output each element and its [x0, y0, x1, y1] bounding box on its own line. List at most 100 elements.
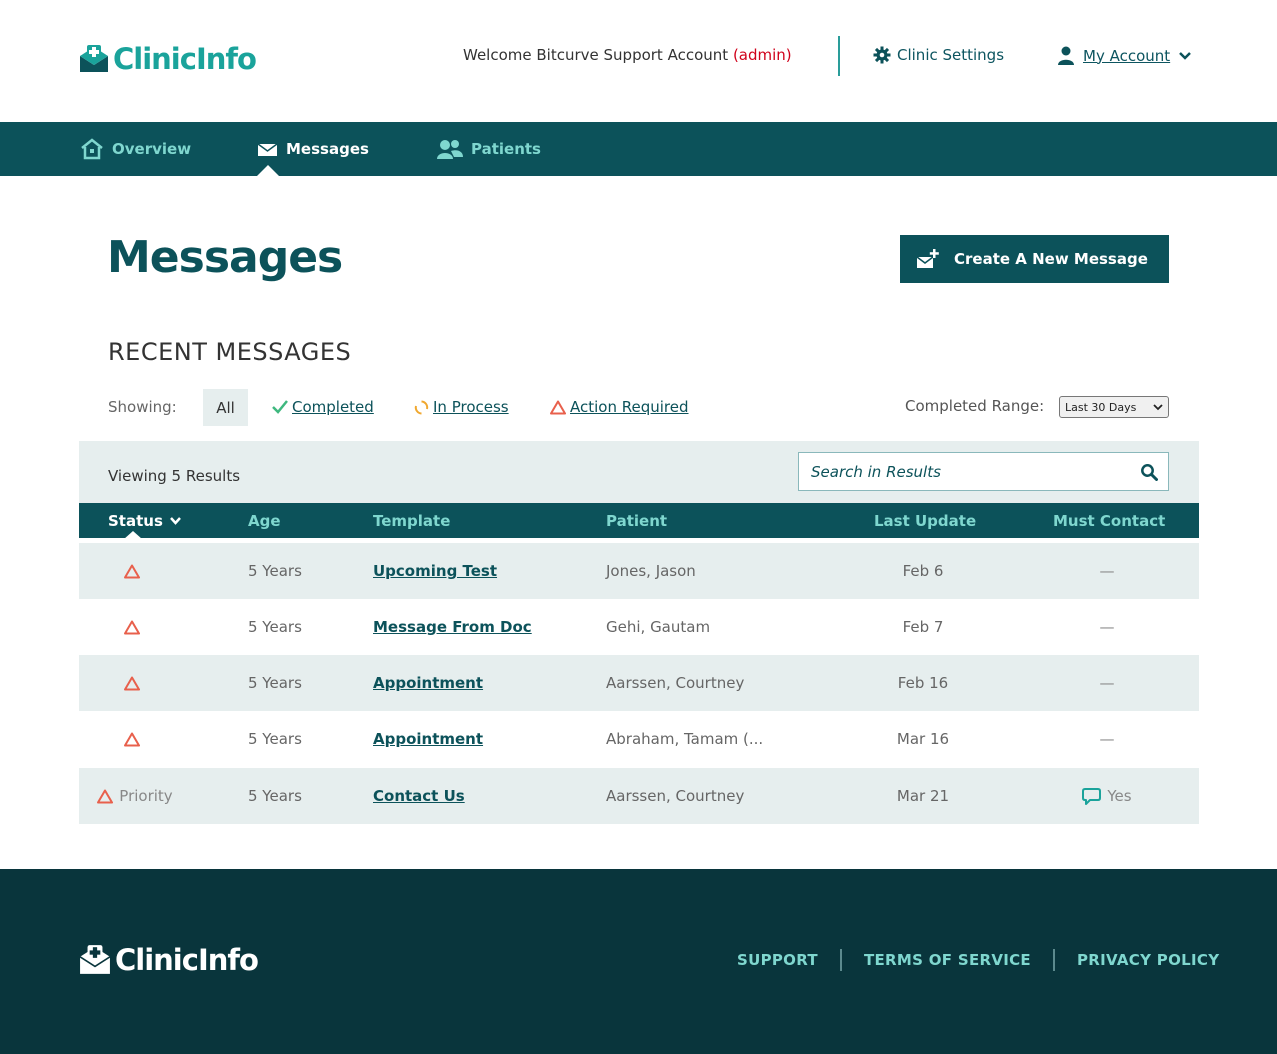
- status-cell: Priority: [79, 768, 191, 824]
- status-cell: [79, 655, 191, 711]
- must-contact-value: —: [1099, 562, 1115, 580]
- must-contact-cell: Yes: [1047, 768, 1167, 824]
- warning-triangle-icon: [124, 676, 140, 690]
- status-label: Priority: [119, 787, 173, 805]
- warning-triangle-icon: [97, 789, 114, 803]
- column-header-age[interactable]: Age: [248, 512, 281, 530]
- completed-range-value: Last 30 Days: [1065, 400, 1137, 414]
- sort-indicator: [124, 531, 142, 539]
- section-heading: RECENT MESSAGES: [108, 338, 352, 366]
- column-header-patient[interactable]: Patient: [606, 512, 667, 530]
- page-title: Messages: [107, 232, 343, 283]
- age-cell: 5 Years: [248, 562, 302, 580]
- results-bar: Viewing 5 Results: [79, 441, 1199, 503]
- template-link[interactable]: Upcoming Test: [373, 543, 497, 599]
- footer-link-privacy[interactable]: PRIVACY POLICY: [1077, 951, 1219, 969]
- table-row: Priority 5 Years Contact Us Aarssen, Cou…: [79, 768, 1199, 824]
- filter-action-required[interactable]: Action Required: [550, 398, 689, 416]
- warning-triangle-icon: [550, 400, 566, 414]
- chevron-down-icon: [1179, 51, 1192, 60]
- patient-cell: Abraham, Tamam (...: [606, 730, 764, 748]
- column-header-status-label: Status: [108, 512, 163, 530]
- column-header-template[interactable]: Template: [373, 512, 450, 530]
- age-cell: 5 Years: [248, 618, 302, 636]
- footer-logo[interactable]: ClinicInfo: [79, 943, 259, 977]
- table-row: 5 Years Upcoming Test Jones, Jason Feb 6…: [79, 543, 1199, 599]
- results-count: Viewing 5 Results: [108, 467, 241, 485]
- footer-links: SUPPORT TERMS OF SERVICE PRIVACY POLICY: [737, 949, 1219, 971]
- age-cell: 5 Years: [248, 674, 302, 692]
- nav-messages-label: Messages: [286, 140, 369, 158]
- table-row: 5 Years Message From Doc Gehi, Gautam Fe…: [79, 599, 1199, 655]
- nav-overview[interactable]: Overview: [80, 122, 191, 176]
- status-cell: [79, 711, 191, 767]
- footer-link-support[interactable]: SUPPORT: [737, 951, 818, 969]
- age-cell: 5 Years: [248, 787, 302, 805]
- main-nav: Overview Messages Patients: [0, 122, 1277, 176]
- must-contact-value: —: [1099, 674, 1115, 692]
- warning-triangle-icon: [124, 620, 140, 634]
- search-box: [798, 452, 1169, 491]
- must-contact-cell: —: [1047, 711, 1167, 767]
- filter-action-required-label: Action Required: [570, 398, 689, 416]
- must-contact-value: —: [1099, 618, 1115, 636]
- filter-all[interactable]: All: [203, 389, 248, 426]
- warning-triangle-icon: [124, 732, 140, 746]
- search-input[interactable]: [799, 453, 1129, 490]
- header-divider: [838, 36, 840, 76]
- template-link[interactable]: Appointment: [373, 655, 483, 711]
- footer-logo-text: ClinicInfo: [115, 943, 259, 977]
- template-link[interactable]: Appointment: [373, 711, 483, 767]
- clinicinfo-logo[interactable]: ClinicInfo: [79, 42, 257, 76]
- last-update-cell: Mar 21: [896, 787, 950, 805]
- column-header-last-update[interactable]: Last Update: [874, 512, 976, 530]
- welcome-text: Welcome Bitcurve Support Account: [463, 46, 729, 64]
- checkmark-icon: [272, 400, 288, 414]
- users-icon: [437, 140, 463, 159]
- active-nav-indicator: [257, 165, 279, 176]
- filter-in-process[interactable]: In Process: [414, 398, 509, 416]
- status-cell: [79, 599, 191, 655]
- clinic-settings-link[interactable]: Clinic Settings: [873, 46, 1004, 64]
- filter-completed-label: Completed: [292, 398, 374, 416]
- template-link[interactable]: Contact Us: [373, 768, 465, 824]
- column-header-status[interactable]: Status: [108, 512, 182, 530]
- nav-patients[interactable]: Patients: [437, 122, 541, 176]
- last-update-cell: Feb 7: [902, 618, 944, 636]
- user-role: (admin): [732, 46, 792, 64]
- my-account-label: My Account: [1083, 46, 1171, 65]
- my-account-menu[interactable]: My Account: [1057, 46, 1192, 65]
- last-update-cell: Mar 16: [896, 730, 950, 748]
- showing-label: Showing:: [108, 398, 177, 416]
- create-message-label: Create A New Message: [954, 250, 1148, 268]
- last-update-cell: Feb 16: [897, 674, 949, 692]
- template-link[interactable]: Message From Doc: [373, 599, 532, 655]
- user-icon: [1058, 46, 1074, 65]
- patient-cell: Aarssen, Courtney: [606, 674, 745, 692]
- must-contact-cell: —: [1047, 543, 1167, 599]
- completed-range-label: Completed Range:: [905, 397, 1045, 415]
- warning-triangle-icon: [124, 564, 140, 578]
- table-row: 5 Years Appointment Abraham, Tamam (... …: [79, 711, 1199, 767]
- must-contact-value: Yes: [1107, 787, 1132, 805]
- gear-icon: [873, 46, 891, 64]
- filter-completed[interactable]: Completed: [272, 398, 374, 416]
- status-cell: [79, 543, 191, 599]
- must-contact-value: —: [1099, 730, 1115, 748]
- last-update-cell: Feb 6: [902, 562, 944, 580]
- chevron-down-icon: [1153, 404, 1163, 411]
- footer-divider: [1052, 949, 1055, 971]
- chevron-down-icon: [169, 517, 181, 525]
- patient-cell: Jones, Jason: [606, 562, 696, 580]
- create-message-button[interactable]: Create A New Message: [900, 235, 1169, 283]
- completed-range-select[interactable]: Last 30 Days: [1059, 396, 1169, 418]
- envelope-icon: [257, 143, 278, 156]
- nav-overview-label: Overview: [112, 140, 192, 158]
- table-row: 5 Years Appointment Aarssen, Courtney Fe…: [79, 655, 1199, 711]
- new-message-icon: [916, 249, 939, 268]
- footer-link-terms[interactable]: TERMS OF SERVICE: [864, 951, 1031, 969]
- search-icon[interactable]: [1140, 463, 1158, 481]
- site-footer: ClinicInfo SUPPORT TERMS OF SERVICE PRIV…: [0, 869, 1277, 1054]
- column-header-must-contact[interactable]: Must Contact: [1053, 512, 1165, 530]
- home-icon: [81, 138, 103, 160]
